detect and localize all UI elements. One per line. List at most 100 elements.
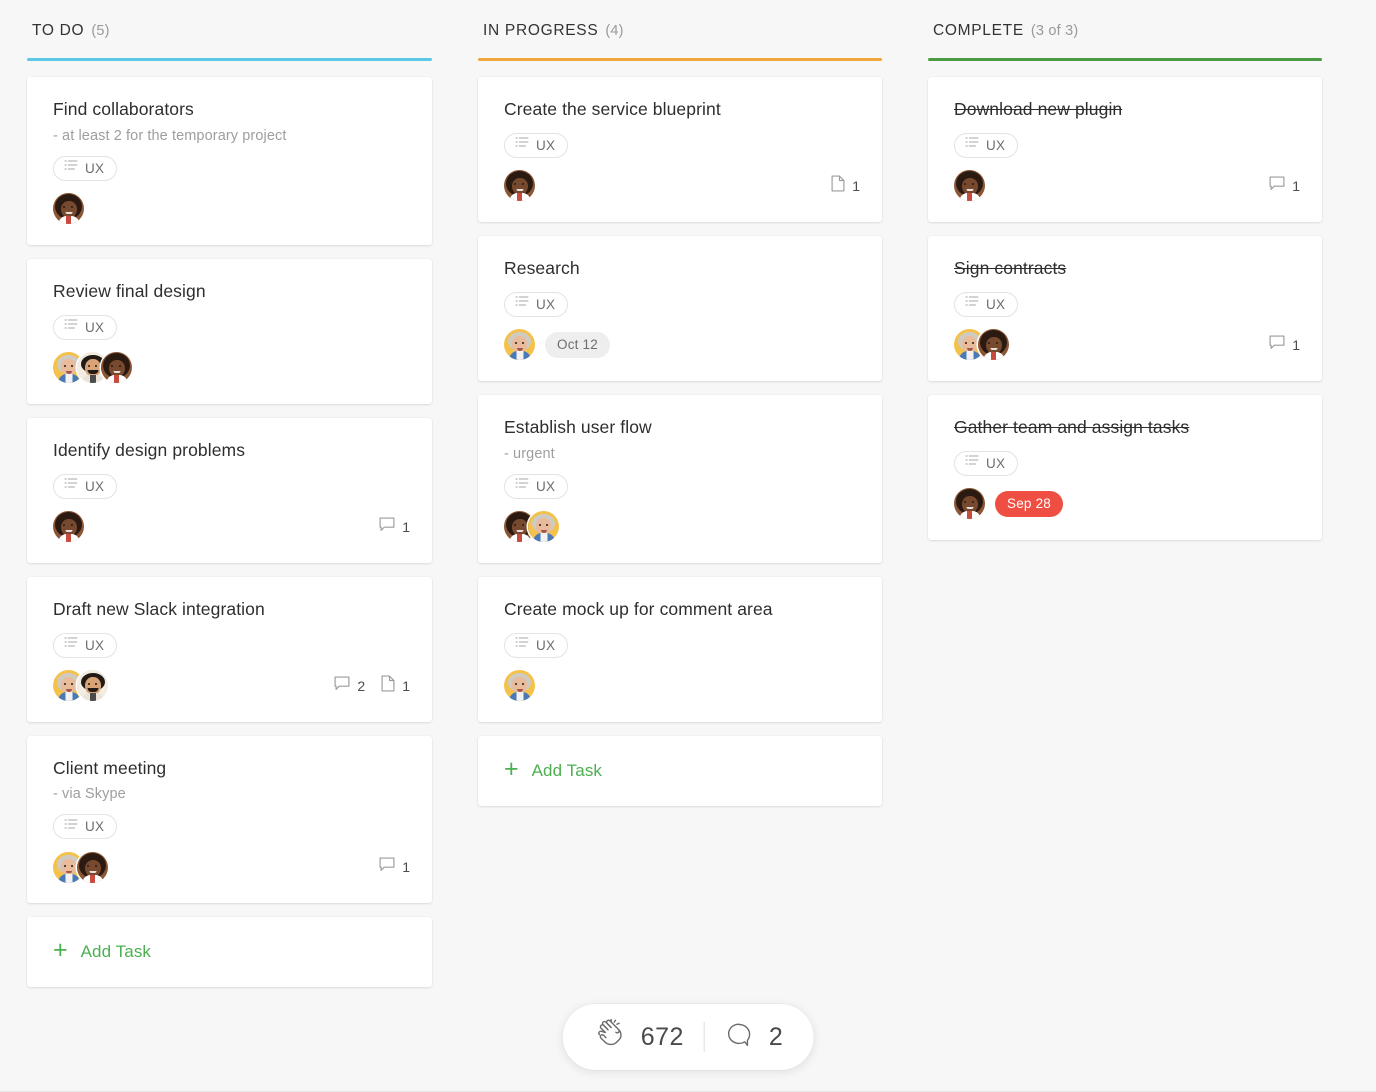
add-task-button[interactable]: +Add Task xyxy=(27,917,432,987)
avatar[interactable] xyxy=(504,670,535,701)
task-footer xyxy=(53,193,410,225)
task-tag[interactable]: UX xyxy=(954,451,1018,476)
attachment-count-item[interactable]: 1 xyxy=(381,675,410,697)
task-tag-label: UX xyxy=(986,138,1005,153)
avatar-stack xyxy=(954,488,985,519)
task-assignees-group xyxy=(504,511,559,542)
comment-count-item[interactable]: 1 xyxy=(1269,176,1300,196)
task-card[interactable]: Download new pluginUX1 xyxy=(928,77,1322,222)
task-tag-label: UX xyxy=(536,479,555,494)
task-assignees-group: Sep 28 xyxy=(954,488,1063,519)
comment-count-item[interactable]: 1 xyxy=(379,517,410,537)
attachment-count-value: 1 xyxy=(402,678,410,694)
list-icon xyxy=(64,159,78,177)
comment-icon xyxy=(1269,335,1285,355)
comment-count-value: 2 xyxy=(357,678,365,694)
task-card[interactable]: Establish user flow- urgentUX xyxy=(478,395,882,563)
task-title: Sign contracts xyxy=(954,258,1300,280)
column-title: IN PROGRESS xyxy=(483,22,598,40)
task-tag[interactable]: UX xyxy=(504,474,568,499)
add-task-button[interactable]: +Add Task xyxy=(478,736,882,806)
comment-reaction[interactable]: 2 xyxy=(725,1021,783,1054)
task-tag[interactable]: UX xyxy=(53,814,117,839)
clap-reaction[interactable]: 672 xyxy=(593,1019,684,1056)
column-accent-rule xyxy=(928,58,1322,61)
comment-icon xyxy=(1269,176,1285,196)
task-tag[interactable]: UX xyxy=(53,633,117,658)
task-card[interactable]: Find collaborators- at least 2 for the t… xyxy=(27,77,432,245)
task-tag[interactable]: UX xyxy=(504,633,568,658)
task-footer xyxy=(53,352,410,384)
file-icon xyxy=(831,175,845,197)
task-assignees-group xyxy=(53,852,108,883)
task-assignees-group xyxy=(53,670,108,701)
task-meta: 1 xyxy=(831,175,860,197)
avatar[interactable] xyxy=(101,352,132,383)
add-task-label: Add Task xyxy=(532,761,602,781)
avatar-stack xyxy=(53,352,132,383)
task-title: Create mock up for comment area xyxy=(504,599,860,621)
task-tag[interactable]: UX xyxy=(53,474,117,499)
task-footer: Sep 28 xyxy=(954,488,1300,520)
list-icon xyxy=(64,636,78,654)
avatar[interactable] xyxy=(77,852,108,883)
task-card[interactable]: Draft new Slack integration UX 2 1 xyxy=(27,577,432,722)
column-header: TO DO(5) xyxy=(27,22,432,40)
column-count: (4) xyxy=(605,23,623,39)
due-date-badge[interactable]: Sep 28 xyxy=(995,491,1063,517)
attachment-count-value: 1 xyxy=(852,178,860,194)
reaction-divider xyxy=(704,1022,705,1052)
avatar[interactable] xyxy=(77,670,108,701)
task-card[interactable]: Review final designUX xyxy=(27,259,432,404)
task-assignees-group xyxy=(504,670,535,701)
comment-count-item[interactable]: 1 xyxy=(1269,335,1300,355)
avatar[interactable] xyxy=(53,511,84,542)
task-tag[interactable]: UX xyxy=(504,133,568,158)
avatar-stack xyxy=(504,670,535,701)
task-title: Draft new Slack integration xyxy=(53,599,410,621)
task-tag-label: UX xyxy=(85,161,104,176)
task-card[interactable]: Client meeting- via SkypeUX1 xyxy=(27,736,432,904)
task-card[interactable]: Create the service blueprintUX1 xyxy=(478,77,882,222)
avatar[interactable] xyxy=(954,170,985,201)
task-card[interactable]: Sign contracts UX 1 xyxy=(928,236,1322,381)
avatar-stack xyxy=(954,170,985,201)
task-card[interactable]: Identify design problems UX 1 xyxy=(27,418,432,563)
avatar[interactable] xyxy=(504,170,535,201)
comment-count-item[interactable]: 2 xyxy=(334,676,365,696)
avatar[interactable] xyxy=(978,329,1009,360)
task-title: Identify design problems xyxy=(53,440,410,462)
task-tag-label: UX xyxy=(536,138,555,153)
attachment-count-item[interactable]: 1 xyxy=(831,175,860,197)
due-date-badge[interactable]: Oct 12 xyxy=(545,332,610,358)
task-tag[interactable]: UX xyxy=(53,315,117,340)
task-footer: 1 xyxy=(954,329,1300,361)
task-title: Establish user flow xyxy=(504,417,860,439)
comment-icon xyxy=(334,676,350,696)
speech-bubble-icon xyxy=(725,1021,755,1054)
column-count: (3 of 3) xyxy=(1031,23,1079,39)
avatar[interactable] xyxy=(504,329,535,360)
task-title: Gather team and assign tasks xyxy=(954,417,1300,439)
avatar[interactable] xyxy=(954,488,985,519)
task-tag-label: UX xyxy=(85,819,104,834)
avatar[interactable] xyxy=(53,193,84,224)
column-complete: COMPLETE(3 of 3)Download new pluginUX1Si… xyxy=(900,0,1350,1092)
task-meta: 1 xyxy=(379,517,410,537)
card-list: Find collaborators- at least 2 for the t… xyxy=(27,77,432,987)
task-tag[interactable]: UX xyxy=(954,292,1018,317)
card-list: Download new pluginUX1Sign contractsUX1G… xyxy=(928,77,1322,540)
task-card[interactable]: ResearchUXOct 12 xyxy=(478,236,882,381)
task-tag[interactable]: UX xyxy=(954,133,1018,158)
task-card[interactable]: Create mock up for comment area UX xyxy=(478,577,882,722)
task-meta: 1 xyxy=(1269,176,1300,196)
comment-count-item[interactable]: 1 xyxy=(379,857,410,877)
task-tag-label: UX xyxy=(85,479,104,494)
task-card[interactable]: Gather team and assign tasks UX Sep 28 xyxy=(928,395,1322,540)
task-assignees-group: Oct 12 xyxy=(504,329,610,360)
task-tag[interactable]: UX xyxy=(53,156,117,181)
avatar[interactable] xyxy=(528,511,559,542)
task-tag[interactable]: UX xyxy=(504,292,568,317)
task-assignees-group xyxy=(53,511,84,542)
avatar-stack xyxy=(53,670,108,701)
